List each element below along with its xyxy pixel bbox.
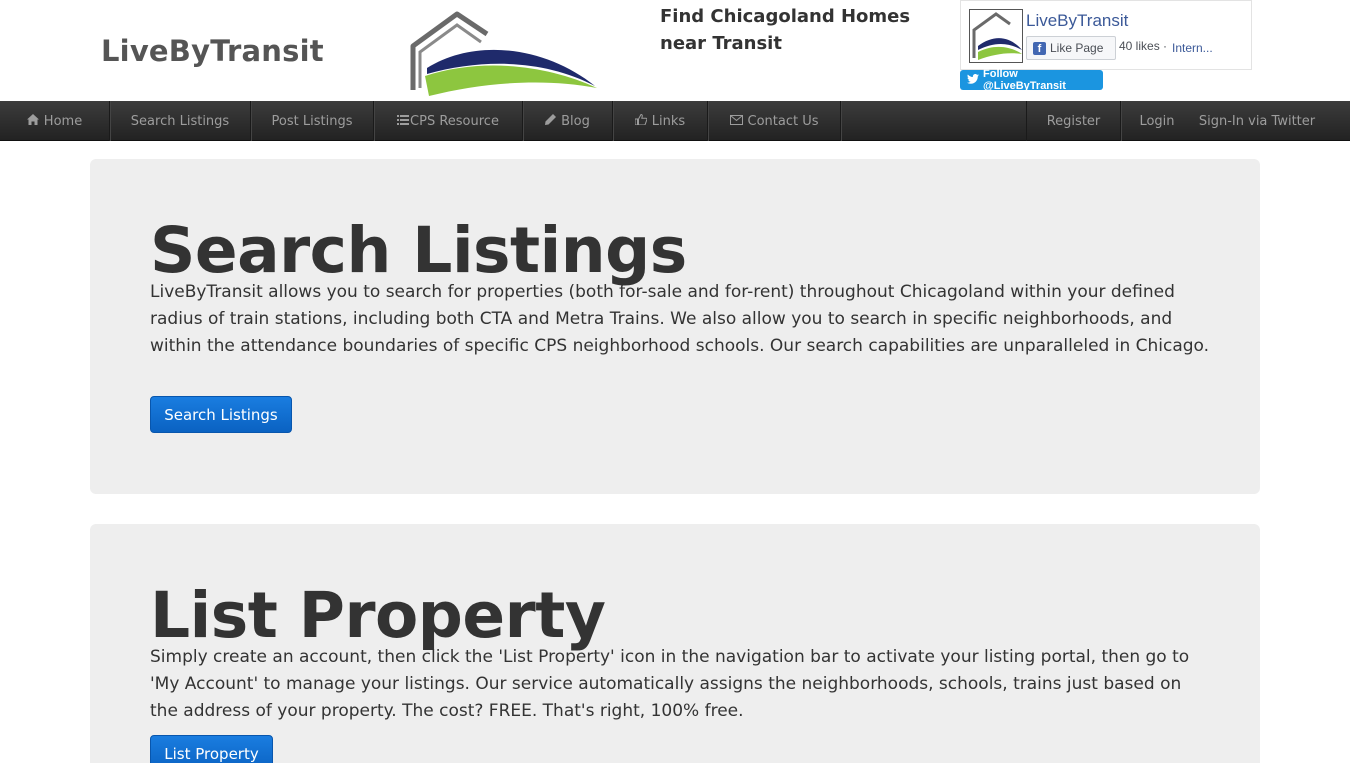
nav-cps-resource[interactable]: CPS Resource <box>374 101 523 141</box>
nav-links-label: Links <box>651 113 686 129</box>
list-property-button[interactable]: List Property <box>150 735 273 763</box>
nav-post-listings[interactable]: Post Listings <box>251 101 374 141</box>
facebook-likes-count: 40 likes · <box>1119 39 1168 53</box>
nav-twitter-signin[interactable]: Sign-In via Twitter <box>1188 101 1326 141</box>
home-icon <box>26 114 39 128</box>
thumbs-up-icon <box>634 113 648 128</box>
nav-login-label: Login <box>1139 113 1175 129</box>
nav-links[interactable]: Links <box>613 101 708 141</box>
nav-register[interactable]: Register <box>1026 101 1121 141</box>
list-property-section: List Property Simply create an account, … <box>90 524 1260 763</box>
nav-post-label: Post Listings <box>271 113 353 129</box>
facebook-page-name[interactable]: LiveByTransit <box>1026 11 1128 31</box>
twitter-bird-icon <box>967 73 979 87</box>
nav-search-listings[interactable]: Search Listings <box>110 101 251 141</box>
nav-blog[interactable]: Blog <box>523 101 613 141</box>
nav-cps-label: CPS Resource <box>410 113 499 129</box>
list-property-description: Simply create an account, then click the… <box>150 647 1190 721</box>
nav-blog-label: Blog <box>561 113 590 129</box>
nav-register-label: Register <box>1046 113 1101 129</box>
facebook-category[interactable]: Intern... <box>1172 41 1213 55</box>
main-navbar: Home Search Listings Post Listings CPS R… <box>0 101 1350 141</box>
search-listings-heading: Search Listings <box>150 214 687 287</box>
pencil-icon <box>545 114 557 128</box>
brand-title[interactable]: LiveByTransit <box>101 34 324 68</box>
search-listings-section: Search Listings LiveByTransit allows you… <box>90 159 1260 494</box>
house-logo[interactable] <box>405 8 601 98</box>
list-icon <box>397 114 410 128</box>
search-listings-button[interactable]: Search Listings <box>150 396 292 433</box>
facebook-like-label: Like Page <box>1050 41 1104 55</box>
facebook-icon: f <box>1033 41 1046 55</box>
twitter-follow-button[interactable]: Follow @LiveByTransit <box>960 68 1103 92</box>
envelope-icon <box>729 114 743 128</box>
facebook-page-widget: LiveByTransit f Like Page 40 likes · Int… <box>960 0 1252 70</box>
nav-search-label: Search Listings <box>130 113 230 129</box>
facebook-like-button[interactable]: f Like Page <box>1026 36 1116 60</box>
nav-home[interactable]: Home <box>0 101 110 141</box>
list-property-heading: List Property <box>150 579 606 652</box>
nav-login[interactable]: Login <box>1121 101 1193 141</box>
twitter-follow-label: Follow @LiveByTransit <box>983 68 1066 92</box>
nav-contact-us[interactable]: Contact Us <box>708 101 841 141</box>
tagline: Find Chicagoland Homes near Transit <box>660 6 911 54</box>
site-header: LiveByTransit Find Chicagoland Homes nea… <box>0 0 1350 101</box>
search-listings-description: LiveByTransit allows you to search for p… <box>150 282 1210 356</box>
nav-home-label: Home <box>43 113 83 129</box>
nav-contact-label: Contact Us <box>747 113 819 129</box>
nav-twitter-signin-label: Sign-In via Twitter <box>1198 113 1316 129</box>
facebook-page-thumbnail[interactable] <box>969 9 1023 63</box>
